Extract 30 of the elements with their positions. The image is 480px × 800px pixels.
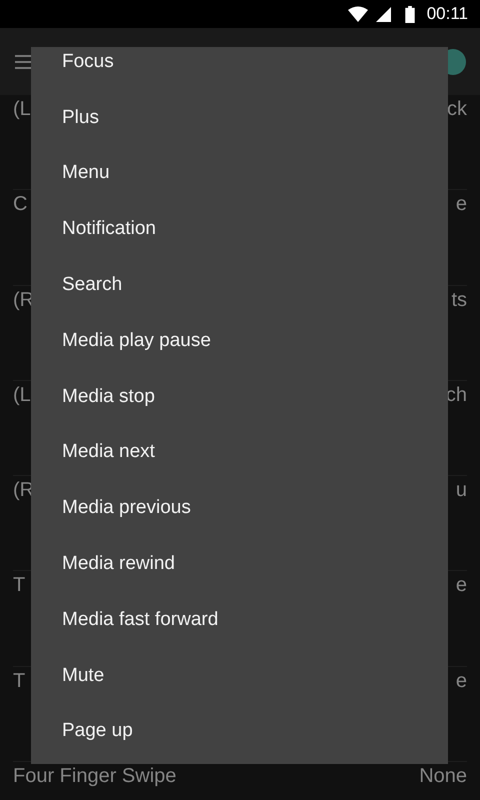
setting-value: u — [456, 479, 467, 502]
signal-icon — [376, 6, 391, 22]
setting-label: T — [13, 670, 26, 693]
setting-value: ck — [447, 98, 467, 121]
setting-value: e — [456, 574, 467, 598]
menu-item[interactable]: Media next — [31, 424, 448, 480]
battery-icon — [404, 6, 415, 22]
menu-item[interactable]: Media rewind — [31, 536, 448, 592]
wifi-icon — [348, 6, 368, 22]
menu-item[interactable]: Media stop — [31, 368, 448, 425]
menu-item[interactable]: Media fast forward — [31, 592, 448, 648]
setting-label: T — [13, 574, 26, 598]
setting-label: Four Finger Swipe — [13, 765, 176, 788]
menu-item[interactable]: Search — [31, 257, 448, 313]
menu-item[interactable]: Focus — [31, 47, 448, 90]
setting-value: e — [456, 193, 467, 216]
setting-value: e — [456, 670, 467, 693]
status-time: 00:11 — [426, 4, 468, 24]
menu-item[interactable]: Media previous — [31, 480, 448, 536]
menu-item[interactable]: Plus — [31, 90, 448, 146]
setting-value: None — [419, 765, 467, 788]
setting-label: C — [13, 193, 28, 216]
menu-item[interactable]: Media play pause — [31, 312, 448, 369]
setting-value: ts — [451, 288, 467, 312]
menu-item[interactable]: Menu — [31, 146, 448, 202]
menu-item[interactable]: Page up — [31, 704, 448, 760]
setting-label: (L — [13, 98, 31, 121]
setting-label: (L — [13, 384, 31, 407]
menu-item[interactable]: Mute — [31, 648, 448, 704]
menu-item[interactable]: Notification — [31, 201, 448, 258]
